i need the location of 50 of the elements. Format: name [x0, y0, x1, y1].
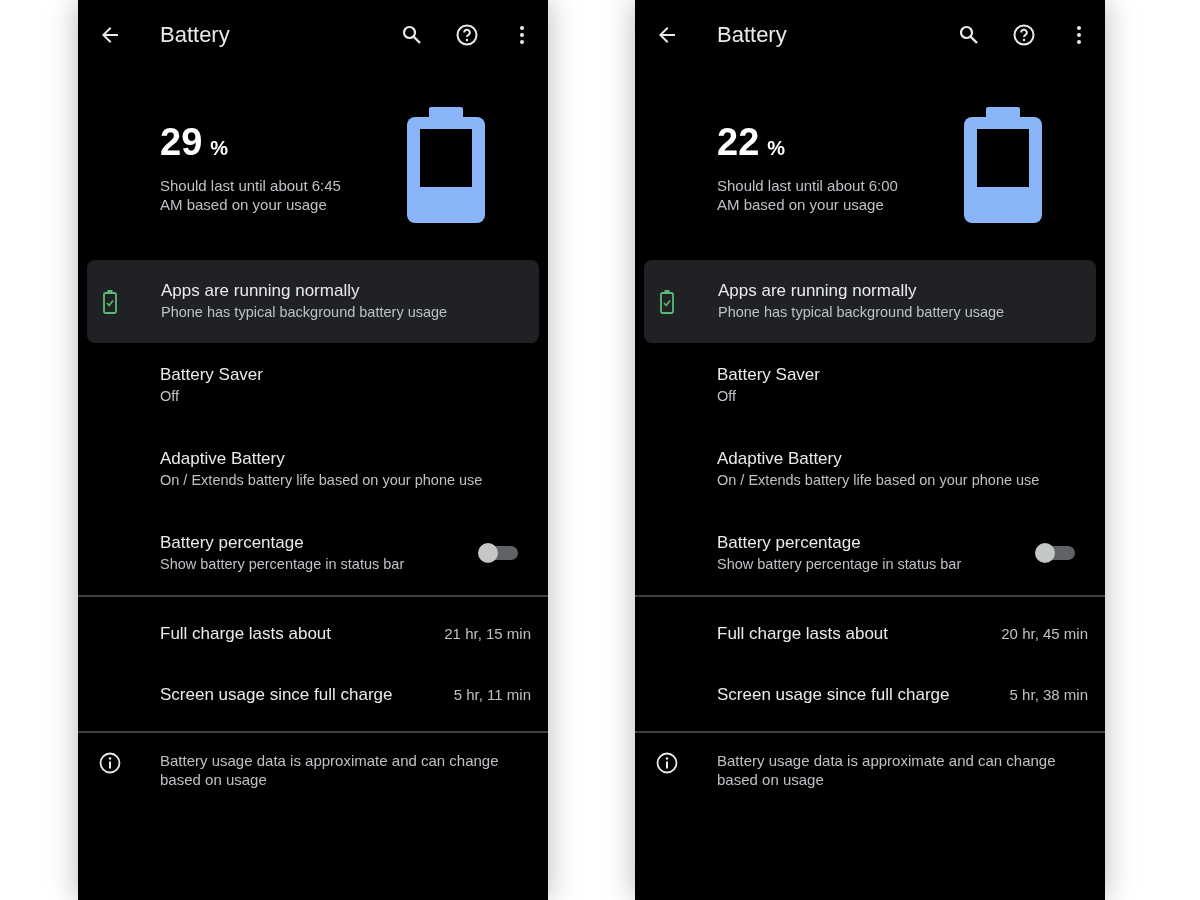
battery-icon	[964, 107, 1042, 223]
battery-check-icon	[103, 289, 117, 314]
setting-summary: On / Extends battery life based on your phone use	[717, 470, 1041, 490]
setting-title: Adaptive Battery	[160, 447, 286, 470]
screen-title: Battery	[160, 22, 231, 48]
setting-summary: Off	[160, 386, 181, 406]
stat-label: Screen usage since full charge	[717, 684, 950, 705]
setting-summary: On / Extends battery life based on your phone use	[160, 470, 484, 490]
info-icon	[655, 751, 679, 775]
status-title: Apps are running normally	[718, 280, 918, 302]
stat-label: Full charge lasts about	[160, 623, 332, 644]
setting-title: Battery Saver	[717, 363, 821, 386]
battery-estimate: Should last until about 6:00 AM based on your usage	[717, 176, 899, 214]
setting-item[interactable]: Battery percentage Show battery percentage in status bar	[635, 511, 1105, 595]
stat-label: Screen usage since full charge	[160, 684, 393, 705]
setting-item[interactable]: Battery Saver Off	[635, 343, 1105, 427]
help-icon[interactable]	[1012, 23, 1036, 47]
screen-title: Battery	[717, 22, 788, 48]
status-summary: Phone has typical background battery usage	[161, 303, 449, 322]
setting-title: Adaptive Battery	[717, 447, 843, 470]
setting-summary: Off	[717, 386, 738, 406]
battery-percent: 22	[717, 121, 760, 164]
stat-value: 5 hr, 11 min	[453, 686, 531, 703]
info-icon	[98, 751, 122, 775]
setting-summary: Show battery percentage in status bar	[717, 554, 963, 574]
battery-icon	[407, 107, 485, 223]
stat-value: 5 hr, 38 min	[1009, 686, 1088, 703]
percent-sign: %	[210, 137, 229, 160]
setting-item[interactable]: Adaptive Battery On / Extends battery life based on your phone use	[635, 427, 1105, 511]
info-note: Battery usage data is approximate and can change based on usage	[160, 751, 500, 789]
setting-summary: Show battery percentage in status bar	[160, 554, 406, 574]
setting-item[interactable]: Battery Saver Off	[78, 343, 548, 427]
battery-estimate: Should last until about 6:45 AM based on your usage	[160, 176, 342, 214]
battery-check-icon	[660, 289, 674, 314]
percent-sign: %	[767, 137, 786, 160]
setting-title: Battery Saver	[160, 363, 264, 386]
stat-label: Full charge lasts about	[717, 623, 889, 644]
setting-item[interactable]: Adaptive Battery On / Extends battery life based on your phone use	[78, 427, 548, 511]
setting-title: Battery percentage	[160, 531, 305, 554]
setting-title: Battery percentage	[717, 531, 862, 554]
setting-item[interactable]: Battery percentage Show battery percentage in status bar	[78, 511, 548, 595]
status-summary: Phone has typical background battery usage	[718, 303, 1006, 322]
status-card[interactable]: Apps are running normally Phone has typical background battery usage	[644, 260, 1096, 343]
stat-value: 21 hr, 15 min	[444, 625, 531, 642]
stat-value: 20 hr, 45 min	[1001, 625, 1088, 642]
status-card[interactable]: Apps are running normally Phone has typical background battery usage	[87, 260, 539, 343]
info-note: Battery usage data is approximate and can change based on usage	[717, 751, 1057, 789]
status-title: Apps are running normally	[161, 280, 361, 302]
help-icon[interactable]	[455, 23, 479, 47]
battery-percent: 29	[160, 121, 203, 164]
